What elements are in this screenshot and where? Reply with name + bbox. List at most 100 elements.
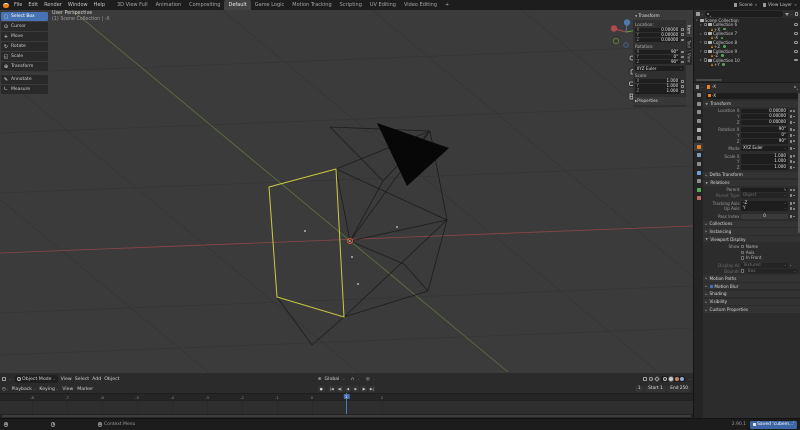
- workspace-tab[interactable]: Game Logic: [251, 0, 289, 10]
- lock-icon[interactable]: [681, 61, 684, 64]
- workspace-tab[interactable]: Compositing: [185, 0, 224, 10]
- expand-caret-icon[interactable]: ▾: [700, 32, 703, 36]
- n-panel-tab[interactable]: View: [686, 51, 692, 66]
- workspace-tab[interactable]: Scripting: [336, 0, 366, 10]
- topbar-menu-item[interactable]: File: [11, 0, 25, 10]
- rotation-z-row[interactable]: Z90°: [635, 60, 684, 64]
- properties-tab-view-layer[interactable]: [694, 117, 703, 126]
- lock-icon[interactable]: [790, 194, 793, 197]
- menu-add[interactable]: Add: [92, 377, 101, 382]
- hide-in-viewport-eye-icon[interactable]: [794, 59, 798, 62]
- topbar-menu-item[interactable]: Render: [41, 0, 65, 10]
- expand-caret-icon[interactable]: ▾: [696, 18, 699, 22]
- shading-rendered-icon[interactable]: [680, 377, 684, 381]
- properties-tab-physics[interactable]: [694, 168, 703, 177]
- lock-icon[interactable]: [790, 115, 793, 118]
- shading-popover-caret[interactable]: ⌄: [688, 377, 691, 381]
- property-field[interactable]: 90°: [741, 139, 788, 144]
- menu-view[interactable]: View: [61, 377, 72, 382]
- animate-dot-icon[interactable]: [793, 135, 795, 137]
- name-checkbox[interactable]: [741, 245, 744, 248]
- tool-button[interactable]: ✎Annotate: [1, 75, 48, 84]
- panel-header-transform[interactable]: ▼Transform: [633, 12, 686, 20]
- animate-dot-icon[interactable]: [793, 140, 795, 142]
- motion-blur-checkbox[interactable]: [710, 285, 713, 288]
- menu-object[interactable]: Object: [104, 377, 119, 382]
- collection-checkbox[interactable]: [704, 58, 707, 61]
- workspace-tab[interactable]: Default: [224, 0, 250, 10]
- properties-tab-object[interactable]: [694, 143, 703, 152]
- animate-dot-icon[interactable]: [793, 195, 795, 197]
- lock-icon[interactable]: [681, 28, 684, 31]
- show-overlays-icon[interactable]: [649, 377, 653, 381]
- search-icon[interactable]: [794, 86, 796, 88]
- blender-logo-icon[interactable]: [3, 3, 9, 8]
- properties-editor-icon[interactable]: [696, 85, 699, 88]
- menu-select[interactable]: Select: [75, 377, 89, 382]
- scene-selector[interactable]: Scene: [739, 3, 752, 8]
- hide-in-viewport-eye-icon[interactable]: [794, 50, 798, 53]
- lock-icon[interactable]: [790, 140, 793, 143]
- display-mode-icon[interactable]: [696, 12, 700, 16]
- lock-icon[interactable]: [681, 85, 684, 88]
- properties-scrollbar[interactable]: [798, 93, 800, 233]
- properties-tab-particles[interactable]: [694, 160, 703, 169]
- animate-dot-icon[interactable]: [793, 110, 795, 112]
- hide-in-viewport-eye-icon[interactable]: [794, 32, 798, 35]
- topbar-menu-item[interactable]: Help: [91, 0, 108, 10]
- workspace-tab[interactable]: Animation: [152, 0, 186, 10]
- transform-orientation-dropdown[interactable]: Global: [325, 377, 340, 382]
- playback-button-previous-keyframe[interactable]: ◀|: [336, 386, 343, 392]
- snap-magnet-icon[interactable]: ∩: [351, 377, 354, 382]
- timeline-menu-item[interactable]: Marker: [77, 387, 93, 392]
- scale-z-row[interactable]: Z1.000: [635, 89, 684, 93]
- lock-icon[interactable]: [681, 33, 684, 36]
- animate-dot-icon[interactable]: [793, 129, 795, 131]
- playback-button-auto-keying[interactable]: ●: [318, 386, 325, 392]
- topbar-menu-item[interactable]: Edit: [25, 0, 41, 10]
- in-front-checkbox[interactable]: [741, 256, 744, 259]
- section-viewport-display[interactable]: ▼Viewport Display: [703, 236, 800, 242]
- animate-dot-icon[interactable]: [793, 155, 795, 157]
- collection-checkbox[interactable]: [704, 41, 707, 44]
- playhead-current-frame[interactable]: 1: [343, 394, 349, 400]
- bounds-dropdown[interactable]: Box: [746, 269, 798, 274]
- tool-button[interactable]: ▢Select Box: [1, 12, 48, 21]
- playback-button-next-keyframe[interactable]: |▶: [360, 386, 367, 392]
- lock-icon[interactable]: [790, 166, 793, 169]
- current-frame-field[interactable]: 1: [635, 386, 644, 392]
- outliner-scrollbar[interactable]: [696, 79, 722, 81]
- panel-header-properties[interactable]: ▸Properties: [633, 97, 686, 105]
- show-gizmo-icon[interactable]: [643, 377, 647, 381]
- property-field[interactable]: 0.00000: [741, 120, 788, 125]
- properties-tab-material[interactable]: [694, 194, 703, 203]
- animate-dot-icon[interactable]: [793, 148, 795, 150]
- animate-dot-icon[interactable]: [793, 202, 795, 204]
- hide-in-viewport-eye-icon[interactable]: [794, 23, 798, 26]
- unlink-scene-icon[interactable]: [755, 3, 758, 8]
- lock-icon[interactable]: [681, 80, 684, 83]
- animate-dot-icon[interactable]: [790, 265, 792, 267]
- saved-status-badge[interactable]: Saved 'cubem...': [750, 421, 797, 429]
- workspace-tab[interactable]: 3D View Full: [113, 0, 152, 10]
- lock-icon[interactable]: [790, 147, 793, 150]
- shading-material-icon[interactable]: [675, 377, 679, 381]
- view-layer-selector[interactable]: View Layer: [768, 3, 792, 8]
- lock-icon[interactable]: [790, 155, 793, 158]
- new-collection-icon[interactable]: [795, 12, 799, 16]
- properties-tab-tool[interactable]: [694, 91, 703, 100]
- lock-icon[interactable]: [790, 189, 793, 192]
- section-visibility[interactable]: ▸Visibility: [703, 299, 800, 305]
- section-delta-transform[interactable]: ▸Delta Transform: [703, 172, 800, 178]
- object-name-field[interactable]: -X: [706, 93, 798, 99]
- section-instancing[interactable]: ▸Instancing: [703, 228, 800, 234]
- animate-dot-icon[interactable]: [793, 116, 795, 118]
- editor-type-icon[interactable]: [2, 377, 6, 381]
- section-custom-properties[interactable]: ▸Custom Properties: [703, 306, 800, 312]
- animate-dot-icon[interactable]: [793, 122, 795, 124]
- collection-checkbox[interactable]: [704, 23, 707, 26]
- section-shading[interactable]: ▸Shading: [703, 291, 800, 297]
- lock-icon[interactable]: [681, 39, 684, 42]
- section-collections[interactable]: ▸Collections: [703, 221, 800, 227]
- section-motion-blur[interactable]: ▸Motion Blur: [703, 283, 800, 289]
